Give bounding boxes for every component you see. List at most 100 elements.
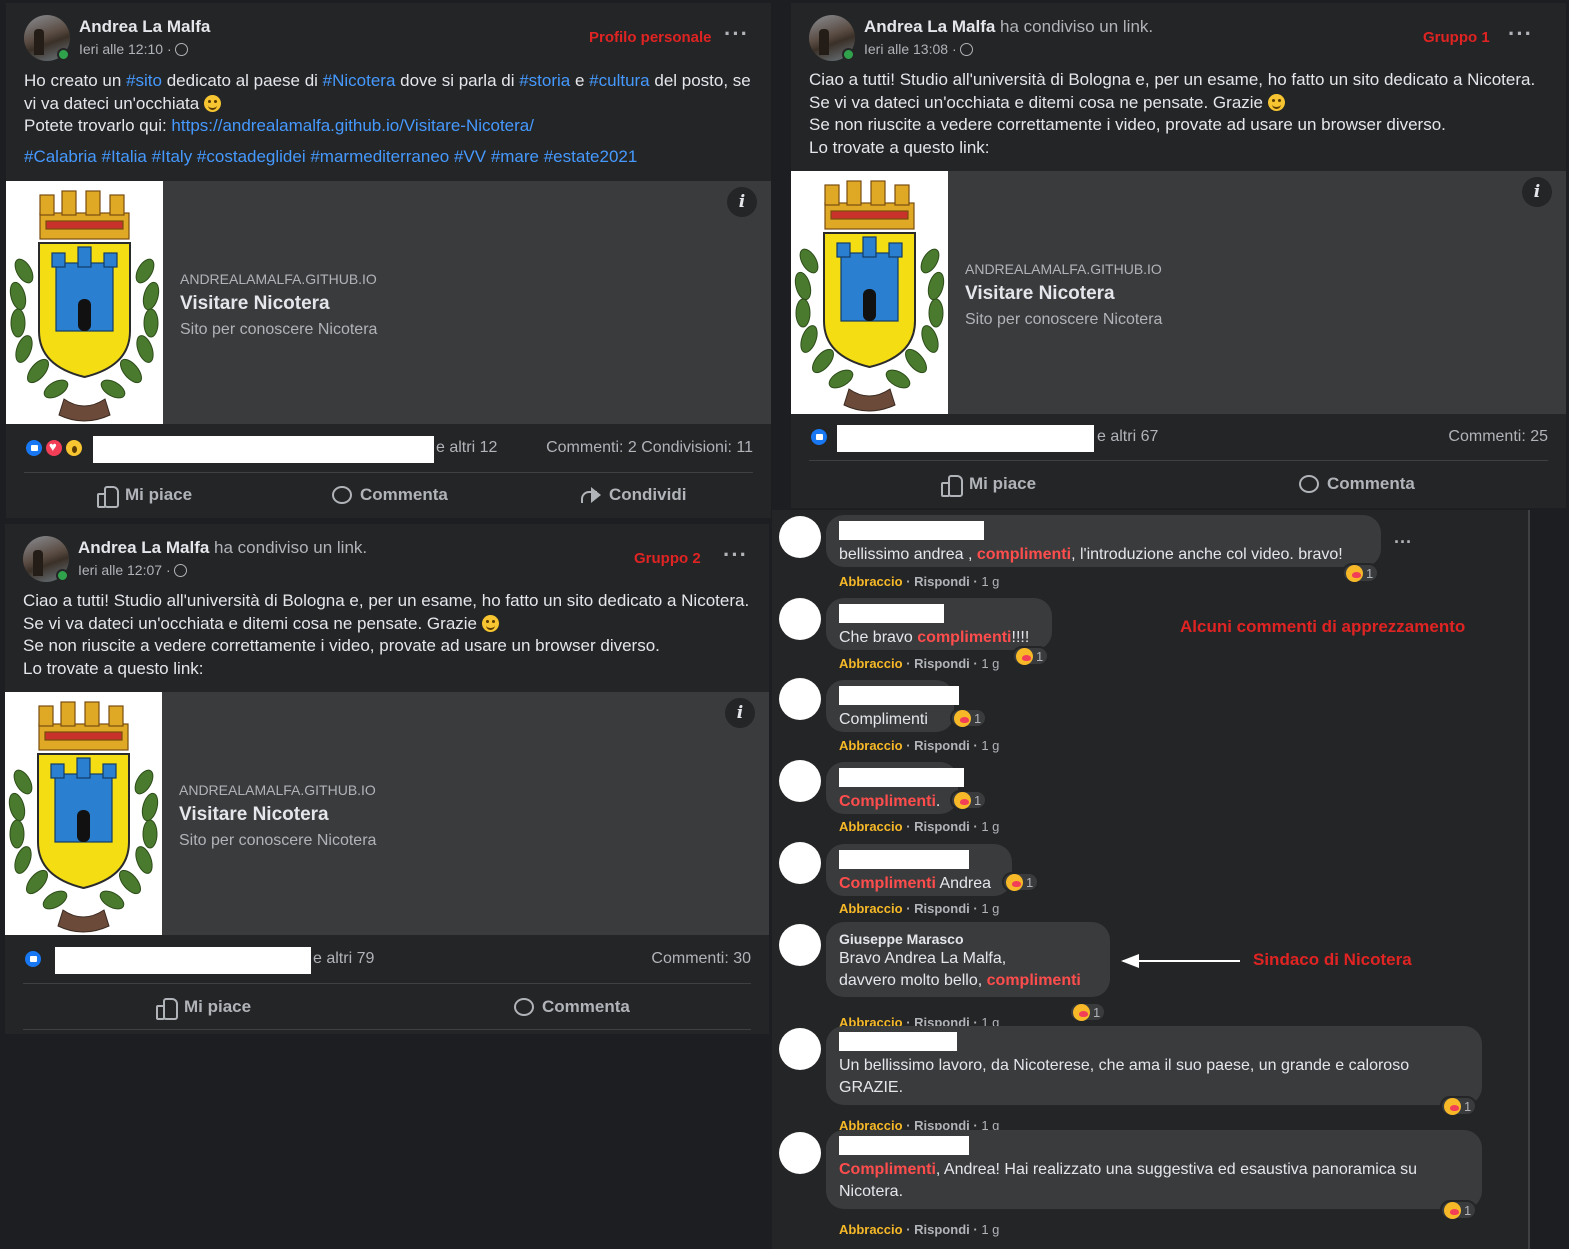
info-icon[interactable]: i <box>1522 177 1552 207</box>
avatar[interactable] <box>24 15 70 61</box>
reply-link[interactable]: Rispondi <box>914 738 970 753</box>
comment-age[interactable]: 1 g <box>981 656 999 671</box>
reactions-summary[interactable]: e altri 12 Commenti: 2 Condivisioni: 11 <box>24 434 753 464</box>
author-name[interactable]: Andrea La Malfa <box>864 17 995 36</box>
group-icon <box>173 564 187 577</box>
reactions-summary[interactable]: e altri 67 Commenti: 25 <box>809 423 1548 453</box>
others-count[interactable]: e altri 12 <box>436 439 497 457</box>
care-reaction-icon <box>1006 873 1023 891</box>
link-preview-card[interactable]: ANDREALAMALFA.GITHUB.IO Visitare Nicoter… <box>791 171 1566 414</box>
card-description: Sito per conoscere Nicotera <box>965 311 1163 328</box>
like-button[interactable]: Mi piace <box>97 475 192 515</box>
reply-link[interactable]: Rispondi <box>914 574 970 589</box>
smile-emoji-icon <box>481 614 499 632</box>
comments-count[interactable]: Commenti: 30 <box>651 950 751 968</box>
author-name[interactable]: Andrea La Malfa <box>79 17 210 36</box>
comments-shares-count[interactable]: Commenti: 2 Condivisioni: 11 <box>546 439 753 457</box>
post-tag-label: Gruppo 2 <box>634 550 701 567</box>
commenter-avatar[interactable] <box>779 1132 821 1174</box>
reply-link[interactable]: Rispondi <box>914 819 970 834</box>
like-reaction-icon <box>23 949 43 969</box>
card-title[interactable]: Visitare Nicotera <box>180 293 377 315</box>
hug-link[interactable]: Abbraccio <box>839 738 903 753</box>
post-time[interactable]: Ieri alle 13:08 · <box>864 41 957 57</box>
comment-author[interactable]: Giuseppe Marasco <box>839 930 1098 948</box>
post-actions: Mi piace Commenta Condividi <box>24 475 753 515</box>
more-options-icon[interactable]: ··· <box>1508 21 1533 47</box>
commenter-avatar[interactable] <box>779 842 821 884</box>
comment-icon <box>332 486 352 504</box>
comment-button[interactable]: Commenta <box>514 987 630 1027</box>
post-time[interactable]: Ieri alle 12:10 · <box>79 41 172 57</box>
comment-reactions[interactable]: 1 <box>1002 872 1040 892</box>
reply-link[interactable]: Rispondi <box>914 1222 970 1237</box>
hug-link[interactable]: Abbraccio <box>839 574 903 589</box>
commenter-avatar[interactable] <box>779 598 821 640</box>
comment-reactions[interactable]: 1 <box>1069 1002 1107 1022</box>
comments-count[interactable]: Commenti: 25 <box>1448 428 1548 446</box>
card-domain: ANDREALAMALFA.GITHUB.IO <box>965 261 1162 277</box>
hug-link[interactable]: Abbraccio <box>839 901 903 916</box>
care-reaction-icon <box>1073 1003 1090 1021</box>
comment-more-icon[interactable]: ··· <box>1394 532 1412 553</box>
card-title[interactable]: Visitare Nicotera <box>965 283 1162 305</box>
hug-link[interactable]: Abbraccio <box>839 819 903 834</box>
comment-age[interactable]: 1 g <box>981 819 999 834</box>
hashtag-link[interactable]: #cultura <box>589 71 649 90</box>
comment-age[interactable]: 1 g <box>981 1222 999 1237</box>
comment-icon <box>1299 475 1319 493</box>
reply-link[interactable]: Rispondi <box>914 901 970 916</box>
author-name[interactable]: Andrea La Malfa <box>78 538 209 557</box>
avatar[interactable] <box>23 536 69 582</box>
comment-age[interactable]: 1 g <box>981 574 999 589</box>
redacted-name <box>839 686 959 705</box>
divider <box>809 460 1548 461</box>
commenter-avatar[interactable] <box>779 1028 821 1070</box>
comment-reactions[interactable]: 1 <box>1440 1200 1478 1220</box>
comment-reactions[interactable]: 1 <box>1012 646 1050 666</box>
commenter-avatar[interactable] <box>779 760 821 802</box>
post-time[interactable]: Ieri alle 12:07 · <box>78 562 171 578</box>
site-url-link[interactable]: https://andrealamalfa.github.io/Visitare… <box>171 116 534 135</box>
comment-icon <box>514 998 534 1016</box>
others-count[interactable]: e altri 79 <box>313 950 374 968</box>
hashtag-link[interactable]: #storia <box>519 71 570 90</box>
comment-button[interactable]: Commenta <box>1299 464 1415 504</box>
hashtag-link[interactable]: #Nicotera <box>323 71 396 90</box>
comment-actions: Abbraccio · Rispondi · 1 g <box>839 1222 1000 1237</box>
hug-link[interactable]: Abbraccio <box>839 656 903 671</box>
post-group-1: Andrea La Malfa ha condiviso un link. Ie… <box>791 3 1566 508</box>
hashtag-list[interactable]: #Calabria #Italia #Italy #costadeglidei … <box>24 146 753 169</box>
annotation-mayor: Sindaco di Nicotera <box>1253 950 1412 969</box>
comment-age[interactable]: 1 g <box>981 738 999 753</box>
others-count[interactable]: e altri 67 <box>1097 428 1158 446</box>
reactions-summary[interactable]: e altri 79 Commenti: 30 <box>23 945 751 975</box>
info-icon[interactable]: i <box>727 187 757 217</box>
comment-reactions[interactable]: 1 <box>950 708 988 728</box>
care-reaction-icon <box>1346 564 1363 582</box>
link-preview-card[interactable]: ANDREALAMALFA.GITHUB.IO Visitare Nicoter… <box>6 181 771 424</box>
comment-age[interactable]: 1 g <box>981 901 999 916</box>
commenter-avatar[interactable] <box>779 678 821 720</box>
comment-reactions[interactable]: 1 <box>1440 1096 1478 1116</box>
share-button[interactable]: Condividi <box>581 475 686 515</box>
online-status-icon <box>57 48 70 61</box>
hug-link[interactable]: Abbraccio <box>839 1222 903 1237</box>
commenter-avatar[interactable] <box>779 516 821 558</box>
reply-link[interactable]: Rispondi <box>914 656 970 671</box>
like-button[interactable]: Mi piace <box>941 464 1036 504</box>
card-title[interactable]: Visitare Nicotera <box>179 804 376 826</box>
commenter-avatar[interactable] <box>779 924 821 966</box>
avatar[interactable] <box>809 15 855 61</box>
like-button[interactable]: Mi piace <box>156 987 251 1027</box>
post-tag-label: Gruppo 1 <box>1423 29 1490 46</box>
more-options-icon[interactable]: ··· <box>723 542 748 568</box>
comment-bubble: Complimenti. <box>826 762 964 814</box>
info-icon[interactable]: i <box>725 698 755 728</box>
comment-reactions[interactable]: 1 <box>1342 563 1380 583</box>
link-preview-card[interactable]: ANDREALAMALFA.GITHUB.IO Visitare Nicoter… <box>5 692 769 935</box>
comment-reactions[interactable]: 1 <box>950 790 988 810</box>
comment-button[interactable]: Commenta <box>332 475 448 515</box>
hashtag-link[interactable]: #sito <box>126 71 162 90</box>
more-options-icon[interactable]: ··· <box>724 21 749 47</box>
